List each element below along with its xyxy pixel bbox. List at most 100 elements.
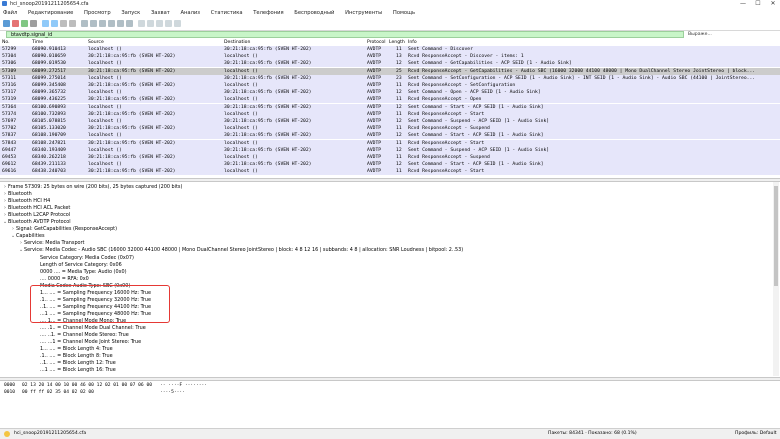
packet-cell-source: localhost () xyxy=(88,75,122,81)
packet-row[interactable]: 57374 68100.732893 30:21:18:ca:95:fb (SVEN… xyxy=(0,110,780,118)
detail-tree-item[interactable]: › Bluetooth xyxy=(2,191,32,198)
hex-bytes[interactable]: 02 13 20 14 00 10 00 46 00 12 02 01 00 0… xyxy=(22,382,152,389)
detail-tree-item[interactable]: › Signal: GetCapabilities (ResponseAccept… xyxy=(10,226,117,233)
menu-edit[interactable]: Редактирование xyxy=(28,9,73,18)
column-header-time[interactable]: Time xyxy=(32,39,43,46)
detail-tree-item[interactable]: ...1 .... = Block Length 16: True xyxy=(34,367,116,374)
start-capture-icon[interactable] xyxy=(3,20,10,27)
packet-row[interactable]: 57319 68099.436225 30:21:18:ca:95:fb (SVEN… xyxy=(0,96,780,104)
packet-row[interactable]: 57837 68108.190709 localhost () 30:21:18:ca… xyxy=(0,132,780,140)
find-packet-icon[interactable] xyxy=(81,20,88,27)
close-button[interactable]: ✕ xyxy=(766,0,780,8)
packet-row[interactable]: 57309 68099.272517 30:21:18:ca:95:fb (SVEN… xyxy=(0,67,780,75)
colorize-icon[interactable] xyxy=(138,20,145,27)
expert-info-icon[interactable] xyxy=(4,431,10,437)
column-header-length[interactable]: Length xyxy=(389,39,405,46)
detail-tree-item[interactable]: › Frame 57309: 25 bytes on wire (200 bits… xyxy=(2,184,182,191)
menu-file[interactable]: Файл xyxy=(3,9,17,18)
detail-tree-item[interactable]: Service Category: Media Codec (0x07) xyxy=(34,255,134,262)
close-file-icon[interactable] xyxy=(60,20,67,27)
detail-tree-item[interactable]: 0000 .... = Media Type: Audio (0x0) xyxy=(34,269,127,276)
packet-row[interactable]: 57697 68105.078815 localhost () 30:21:18:ca… xyxy=(0,118,780,126)
packet-row[interactable]: 57299 68090.910413 localhost () 30:21:18:ca… xyxy=(0,46,780,54)
detail-tree-item[interactable]: ⌄Service: Media Codec - Audio SBC (16000… xyxy=(18,247,463,254)
detail-tree-item[interactable]: .... ..1. = Channel Mode Stereo: True xyxy=(34,332,129,339)
packet-row[interactable]: 57702 68105.133020 30:21:18:ca:95:fb (SVEN… xyxy=(0,125,780,133)
packet-cell-time: 68105.078815 xyxy=(32,119,66,124)
detail-tree-item[interactable]: ⌄Bluetooth AVDTP Protocol xyxy=(2,219,71,226)
column-header-destination[interactable]: Destination xyxy=(224,39,250,46)
stop-capture-icon[interactable] xyxy=(12,20,19,27)
detail-tree-item[interactable]: Length of Service Category: 0x06 xyxy=(34,262,122,269)
packet-cell-time: 68099.436225 xyxy=(32,97,66,103)
reload-icon[interactable] xyxy=(69,20,76,27)
detail-tree-label: Bluetooth L2CAP Protocol xyxy=(8,212,71,219)
go-to-packet-icon[interactable] xyxy=(108,20,115,27)
detail-tree-item[interactable]: › Bluetooth HCI ACL Packet xyxy=(2,205,70,212)
details-scrollbar-thumb[interactable] xyxy=(774,186,778,286)
packet-cell-destination: localhost () xyxy=(224,83,258,88)
save-file-icon[interactable] xyxy=(51,20,58,27)
column-header-no[interactable]: No. xyxy=(2,39,10,46)
detail-tree-item[interactable]: ..1. .... = Block Length 12: True xyxy=(34,360,116,367)
detail-tree-item[interactable]: 1... .... = Block Length 4: True xyxy=(34,346,113,353)
packet-cell-protocol: AVDTP xyxy=(367,97,382,103)
packet-row[interactable]: 69453 68340.262218 30:21:18:ca:95:fb (SVEN… xyxy=(0,154,780,162)
first-packet-icon[interactable] xyxy=(117,20,124,27)
resize-columns-icon[interactable] xyxy=(174,20,181,27)
column-header-protocol[interactable]: Protocol xyxy=(367,39,386,46)
menu-go[interactable]: Запуск xyxy=(121,9,140,18)
column-header-info[interactable]: Info xyxy=(408,39,417,46)
detail-tree-item[interactable]: › Service: Media Transport xyxy=(18,240,84,247)
packet-row[interactable]: 57306 68099.019530 localhost () 30:21:18:ca… xyxy=(0,60,780,68)
zoom-in-icon[interactable] xyxy=(147,20,154,27)
hex-ascii[interactable]: ····5···· xyxy=(160,389,185,396)
packet-row[interactable]: 57364 68100.690893 localhost () 30:21:18:ca… xyxy=(0,103,780,111)
packet-row[interactable]: 57316 68099.345408 30:21:18:ca:95:fb (SVEN… xyxy=(0,82,780,90)
go-back-icon[interactable] xyxy=(90,20,97,27)
packet-cell-time: 68099.019530 xyxy=(32,61,66,67)
hex-bytes[interactable]: 00 ff ff 02 35 04 02 02 00 xyxy=(22,389,94,396)
maximize-button[interactable]: ☐ xyxy=(751,0,765,8)
packet-row[interactable]: 69616 68438.240703 30:21:18:ca:95:fb (SVEN… xyxy=(0,168,780,176)
open-file-icon[interactable] xyxy=(42,20,49,27)
menu-wireless[interactable]: Беспроводный xyxy=(294,9,334,18)
packet-cell-time: 68099.272517 xyxy=(32,68,66,74)
details-scrollbar[interactable] xyxy=(773,182,779,376)
display-filter-input[interactable]: btavdtp.signal_id xyxy=(6,31,684,38)
restart-capture-icon[interactable] xyxy=(21,20,28,27)
menu-analyze[interactable]: Анализ xyxy=(180,9,200,18)
menu-capture[interactable]: Захват xyxy=(151,9,170,18)
detail-tree-label: .... ..1. = Channel Mode Stereo: True xyxy=(40,332,129,339)
hex-ascii[interactable]: ·· ····F ········ xyxy=(160,382,207,389)
detail-tree-item[interactable]: .... ...1 = Channel Mode Joint Stereo: T… xyxy=(34,339,141,346)
menu-help[interactable]: Помощь xyxy=(393,9,415,18)
capture-options-icon[interactable] xyxy=(30,20,37,27)
packet-cell-info: Sent Command - Discover xyxy=(408,47,473,52)
last-packet-icon[interactable] xyxy=(126,20,133,27)
packet-row[interactable]: 69612 68439.211133 localhost () 30:21:18:ca… xyxy=(0,161,780,169)
packet-cell-info: Rcvd ResponseAccept - Start xyxy=(408,111,485,117)
normal-size-icon[interactable] xyxy=(165,20,172,27)
column-header-source[interactable]: Source xyxy=(88,39,104,46)
menu-view[interactable]: Просмотр xyxy=(84,9,111,18)
zoom-out-icon[interactable] xyxy=(156,20,163,27)
packet-row[interactable]: 57317 68099.365732 localhost () 30:21:18:ca… xyxy=(0,89,780,97)
minimize-button[interactable]: — xyxy=(736,0,750,8)
packet-cell-source: localhost () xyxy=(88,61,122,67)
detail-tree-item[interactable]: ⌄Capabilities xyxy=(10,233,45,240)
detail-tree-item[interactable]: .1.. .... = Block Length 8: True xyxy=(34,353,113,360)
detail-tree-item[interactable]: .... 0000 = RFA: 0x0 xyxy=(34,276,89,283)
packet-row[interactable]: 69447 68340.193409 localhost () 30:21:18:ca… xyxy=(0,146,780,154)
menu-tools[interactable]: Инструменты xyxy=(345,9,382,18)
detail-tree-item[interactable]: › Bluetooth HCI H4 xyxy=(2,198,50,205)
go-forward-icon[interactable] xyxy=(99,20,106,27)
menu-statistics[interactable]: Статистика xyxy=(211,9,243,18)
packet-row[interactable]: 57843 68108.247821 30:21:18:ca:95:fb (SVEN… xyxy=(0,139,780,147)
packet-row[interactable]: 57304 68090.010659 30:21:18:ca:95:fb (SVEN… xyxy=(0,53,780,61)
detail-tree-item[interactable]: › Bluetooth L2CAP Protocol xyxy=(2,212,70,219)
filter-expression-button[interactable]: Выраже... xyxy=(684,31,780,38)
packet-row[interactable]: 57311 68099.275014 localhost () 30:21:18:ca… xyxy=(0,74,780,82)
menu-telephony[interactable]: Телефония xyxy=(253,9,283,18)
detail-tree-item[interactable]: .... .1.. = Channel Mode Dual Channel: T… xyxy=(34,325,146,332)
